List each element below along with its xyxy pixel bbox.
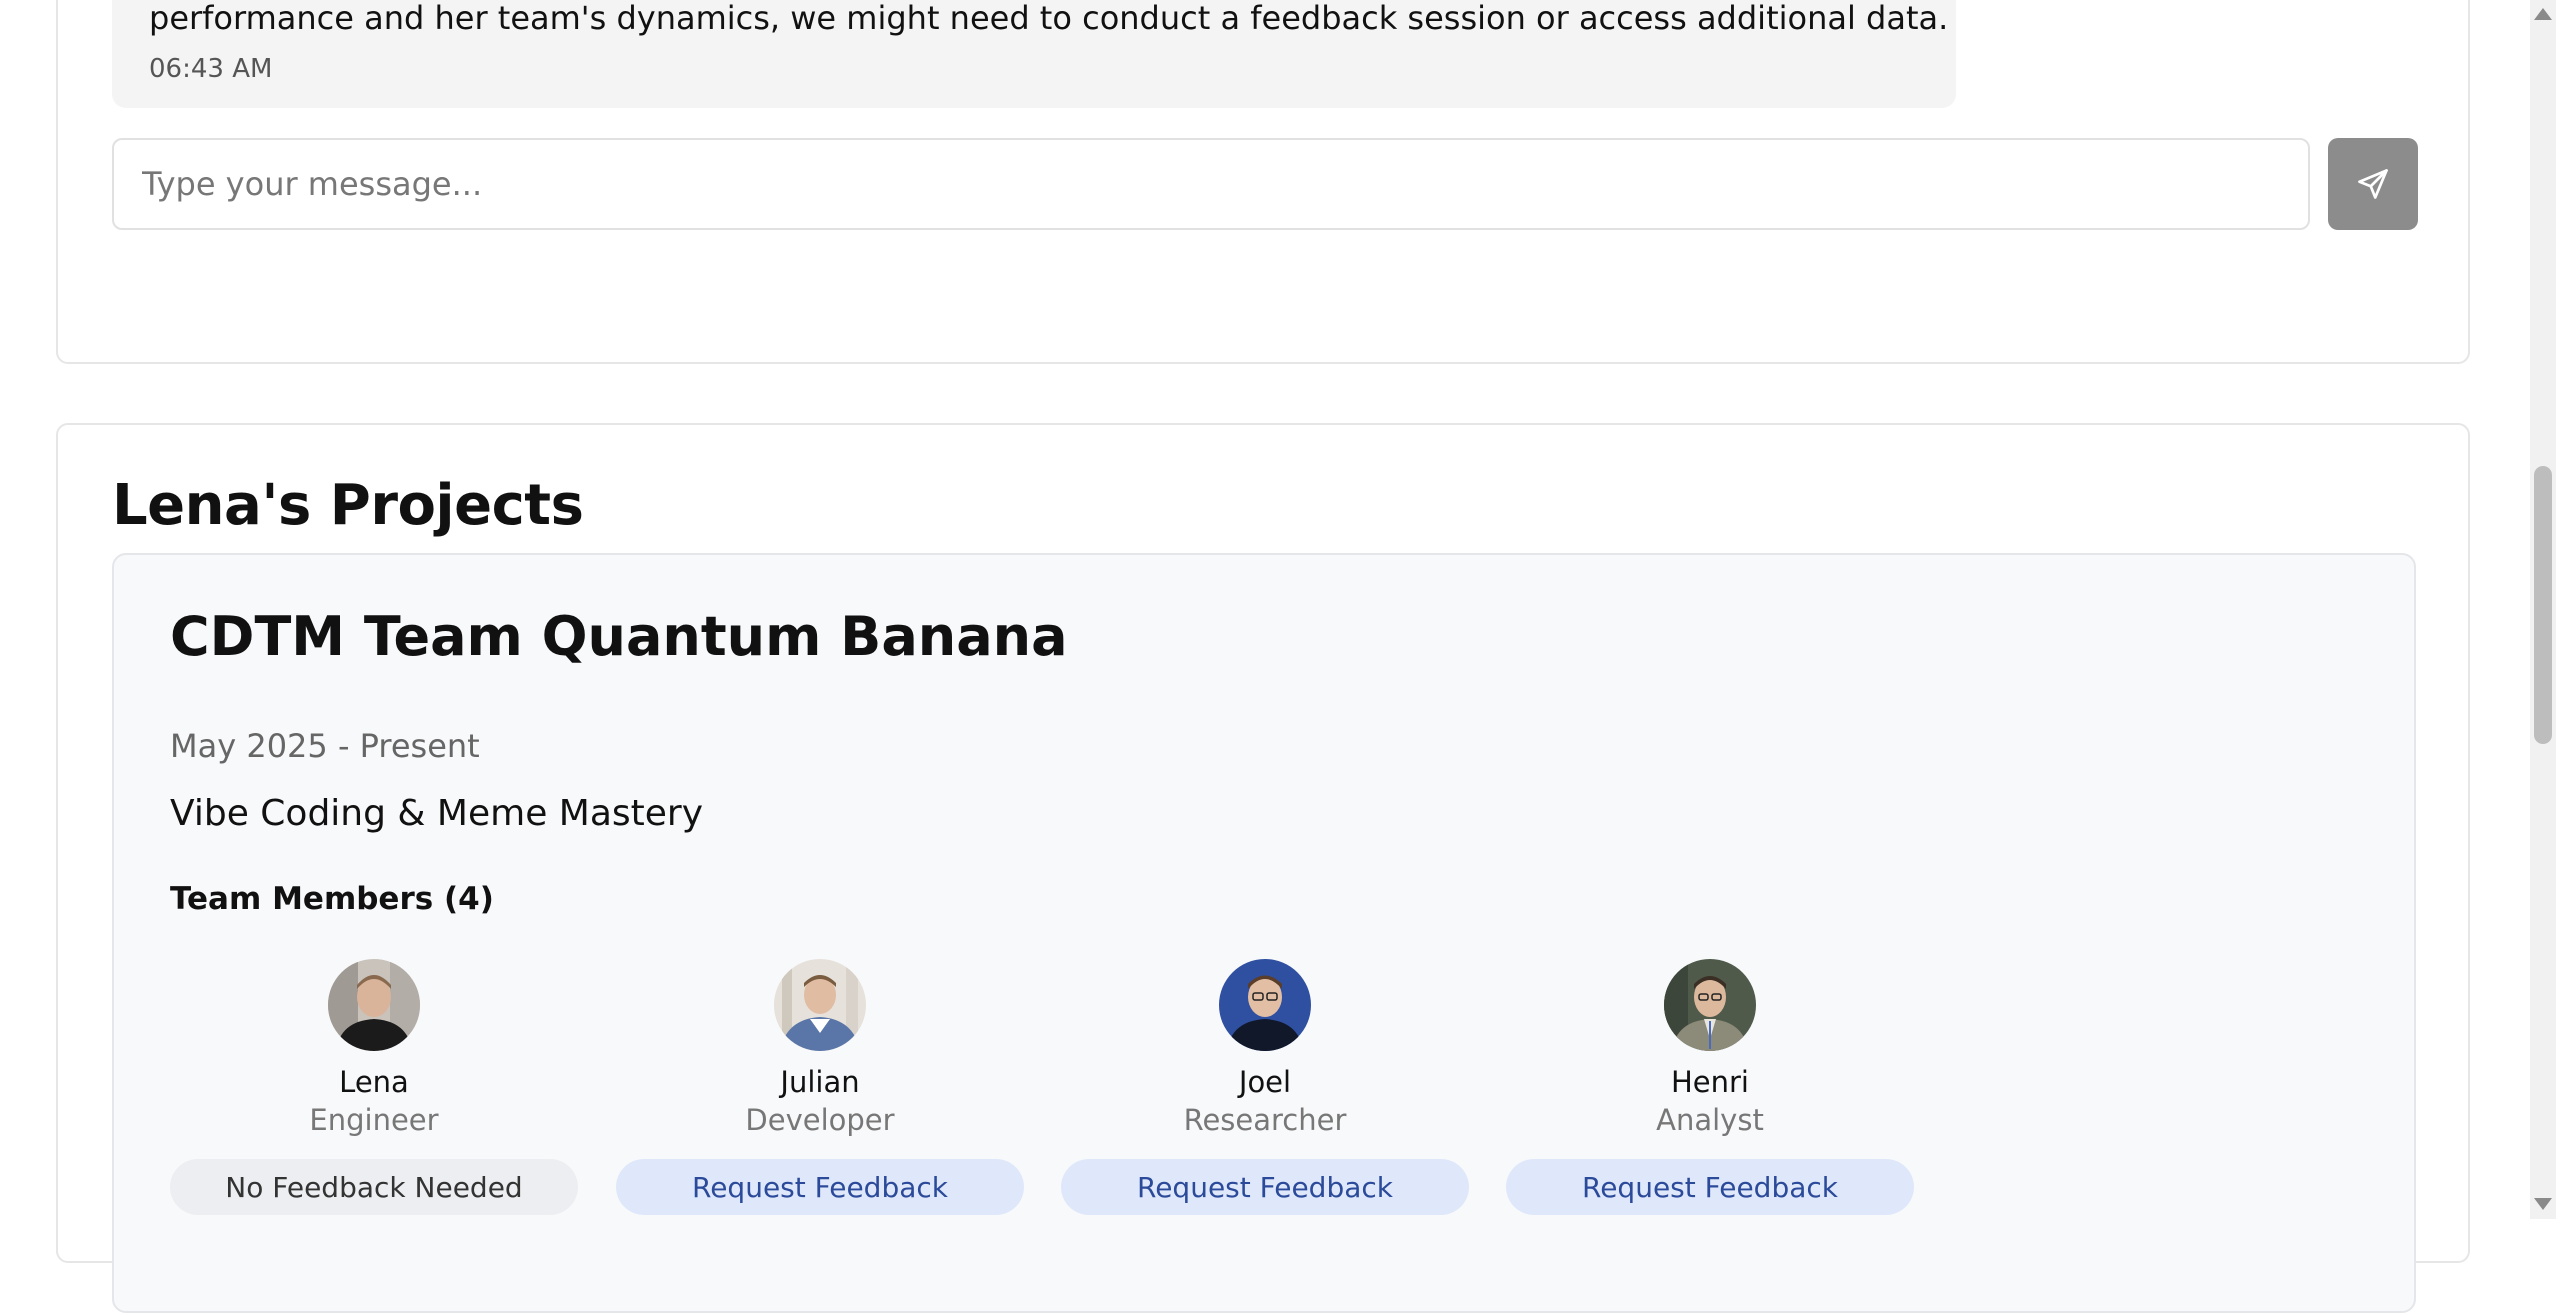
request-feedback-button[interactable]: Request Feedback: [1506, 1159, 1914, 1215]
member-name: Joel: [1238, 1065, 1292, 1099]
member-name: Henri: [1670, 1065, 1749, 1099]
member-name: Lena: [339, 1065, 409, 1099]
send-icon: [2358, 169, 2388, 199]
page: performance and her team's dynamics, we …: [0, 0, 2530, 1313]
chat-panel: performance and her team's dynamics, we …: [56, 0, 2470, 364]
chat-message-text: performance and her team's dynamics, we …: [149, 0, 1949, 37]
avatar: [774, 959, 866, 1051]
request-feedback-button[interactable]: Request Feedback: [616, 1159, 1024, 1215]
team-member-henri: Henri Analyst Request Feedback: [1506, 959, 1914, 1219]
project-card: CDTM Team Quantum Banana May 2025 - Pres…: [112, 553, 2416, 1313]
scrollbar-thumb[interactable]: [2534, 466, 2552, 744]
member-role: Engineer: [309, 1103, 439, 1137]
member-role: Developer: [745, 1103, 895, 1137]
project-description: Vibe Coding & Meme Mastery: [170, 793, 704, 834]
chat-message-time: 06:43 AM: [149, 54, 273, 84]
project-name: CDTM Team Quantum Banana: [170, 605, 1068, 668]
team-member-joel: Joel Researcher Request Feedback: [1061, 959, 1469, 1219]
projects-title: Lena's Projects: [112, 473, 584, 538]
team-member-julian: Julian Developer Request Feedback: [616, 959, 1024, 1219]
team-members-list: Lena Engineer No Feedback Needed Julian …: [170, 959, 1970, 1219]
avatar: [1219, 959, 1311, 1051]
send-button[interactable]: [2328, 138, 2418, 230]
avatar: [1664, 959, 1756, 1051]
no-feedback-needed-button: No Feedback Needed: [170, 1159, 578, 1215]
vertical-scrollbar[interactable]: [2530, 0, 2556, 1219]
member-name: Julian: [780, 1065, 860, 1099]
team-member-lena: Lena Engineer No Feedback Needed: [170, 959, 578, 1219]
chat-message-bubble: performance and her team's dynamics, we …: [112, 0, 1956, 108]
member-role: Researcher: [1183, 1103, 1347, 1137]
request-feedback-button[interactable]: Request Feedback: [1061, 1159, 1469, 1215]
avatar: [328, 959, 420, 1051]
projects-section: Lena's Projects CDTM Team Quantum Banana…: [56, 423, 2470, 1313]
team-members-heading: Team Members (4): [170, 881, 494, 917]
scroll-down-arrow-icon[interactable]: [2534, 1198, 2552, 1210]
scroll-up-arrow-icon[interactable]: [2534, 8, 2552, 20]
project-dates: May 2025 - Present: [170, 727, 480, 765]
member-role: Analyst: [1656, 1103, 1764, 1137]
message-input[interactable]: [112, 138, 2310, 230]
